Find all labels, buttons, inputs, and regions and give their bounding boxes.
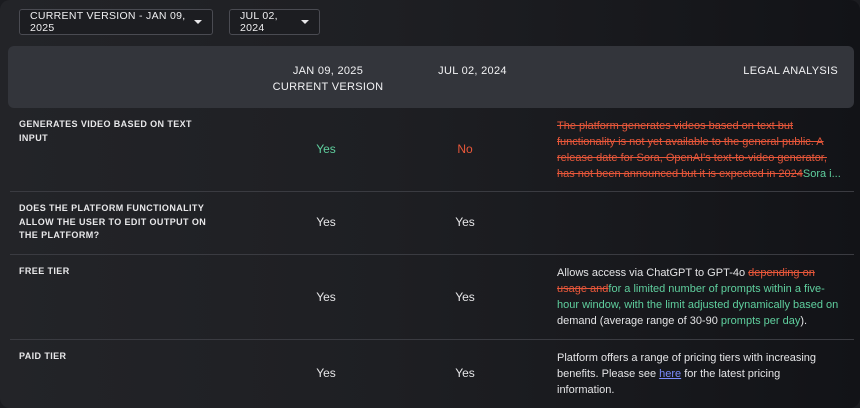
deleted-text: has not been announced but it is expecte… xyxy=(557,168,803,180)
legal-analysis: Allows access via ChatGPT to GPT-4o depe… xyxy=(557,265,840,329)
chevron-down-icon xyxy=(301,20,309,24)
chevron-down-icon xyxy=(194,20,202,24)
inserted-text: prompts per day xyxy=(720,315,801,327)
current-value: Yes xyxy=(316,142,336,156)
row-label: DOES THE PLATFORM FUNCTIONALITY ALLOW TH… xyxy=(19,203,207,240)
deleted-text: functionality is not yet available to th… xyxy=(557,136,824,148)
legal-text: ). xyxy=(800,315,808,327)
deleted-text: release date for Sora, OpenAI's text-to-… xyxy=(557,152,827,164)
compare-value: Yes xyxy=(455,366,475,380)
pricing-link[interactable]: here xyxy=(659,368,681,380)
header-current-date: JAN 09, 2025 xyxy=(292,65,364,77)
legal-text: Allows access via ChatGPT to GPT-4o xyxy=(557,267,749,279)
legal-text: demand (average range of 30-90 xyxy=(557,315,721,327)
current-value: Yes xyxy=(316,215,336,229)
deleted-text: The platform generates videos based on t… xyxy=(557,120,794,132)
comparison-panel: CURRENT VERSION - JAN 09, 2025 JUL 02, 2… xyxy=(0,0,860,408)
inserted-text: Sora i... xyxy=(802,168,840,180)
table-row: DOES THE PLATFORM FUNCTIONALITY ALLOW TH… xyxy=(10,192,854,255)
legal-analysis: Platform offers a range of pricing tiers… xyxy=(557,350,840,398)
current-value: Yes xyxy=(316,290,336,304)
row-label: FREE TIER xyxy=(19,266,70,276)
table-header: JAN 09, 2025 CURRENT VERSION JUL 02, 202… xyxy=(8,46,854,108)
header-current-label: CURRENT VERSION xyxy=(272,81,384,93)
header-legal-analysis: LEGAL ANALYSIS xyxy=(743,65,838,77)
compare-version-label: JUL 02, 2024 xyxy=(240,10,278,34)
header-current-version: JAN 09, 2025 CURRENT VERSION xyxy=(248,63,408,95)
compare-value: Yes xyxy=(455,290,475,304)
current-value: Yes xyxy=(316,366,336,380)
row-label: PAID TIER xyxy=(19,351,67,361)
header-compare-version: JUL 02, 2024 xyxy=(438,65,507,77)
compare-value: Yes xyxy=(455,215,475,229)
legal-analysis: The platform generates videos based on t… xyxy=(557,118,840,182)
table-row: FREE TIER Yes Yes Allows access via Chat… xyxy=(10,255,854,340)
current-version-label: CURRENT VERSION - JAN 09, 2025 xyxy=(30,10,186,34)
compare-value: No xyxy=(457,142,473,156)
compare-version-dropdown[interactable]: JUL 02, 2024 xyxy=(229,9,320,35)
current-version-dropdown[interactable]: CURRENT VERSION - JAN 09, 2025 xyxy=(19,9,213,35)
table-row: GENERATES VIDEO BASED ON TEXT INPUT Yes … xyxy=(10,108,854,192)
row-label: GENERATES VIDEO BASED ON TEXT INPUT xyxy=(19,119,192,143)
table-row: PAID TIER Yes Yes Platform offers a rang… xyxy=(10,340,854,408)
